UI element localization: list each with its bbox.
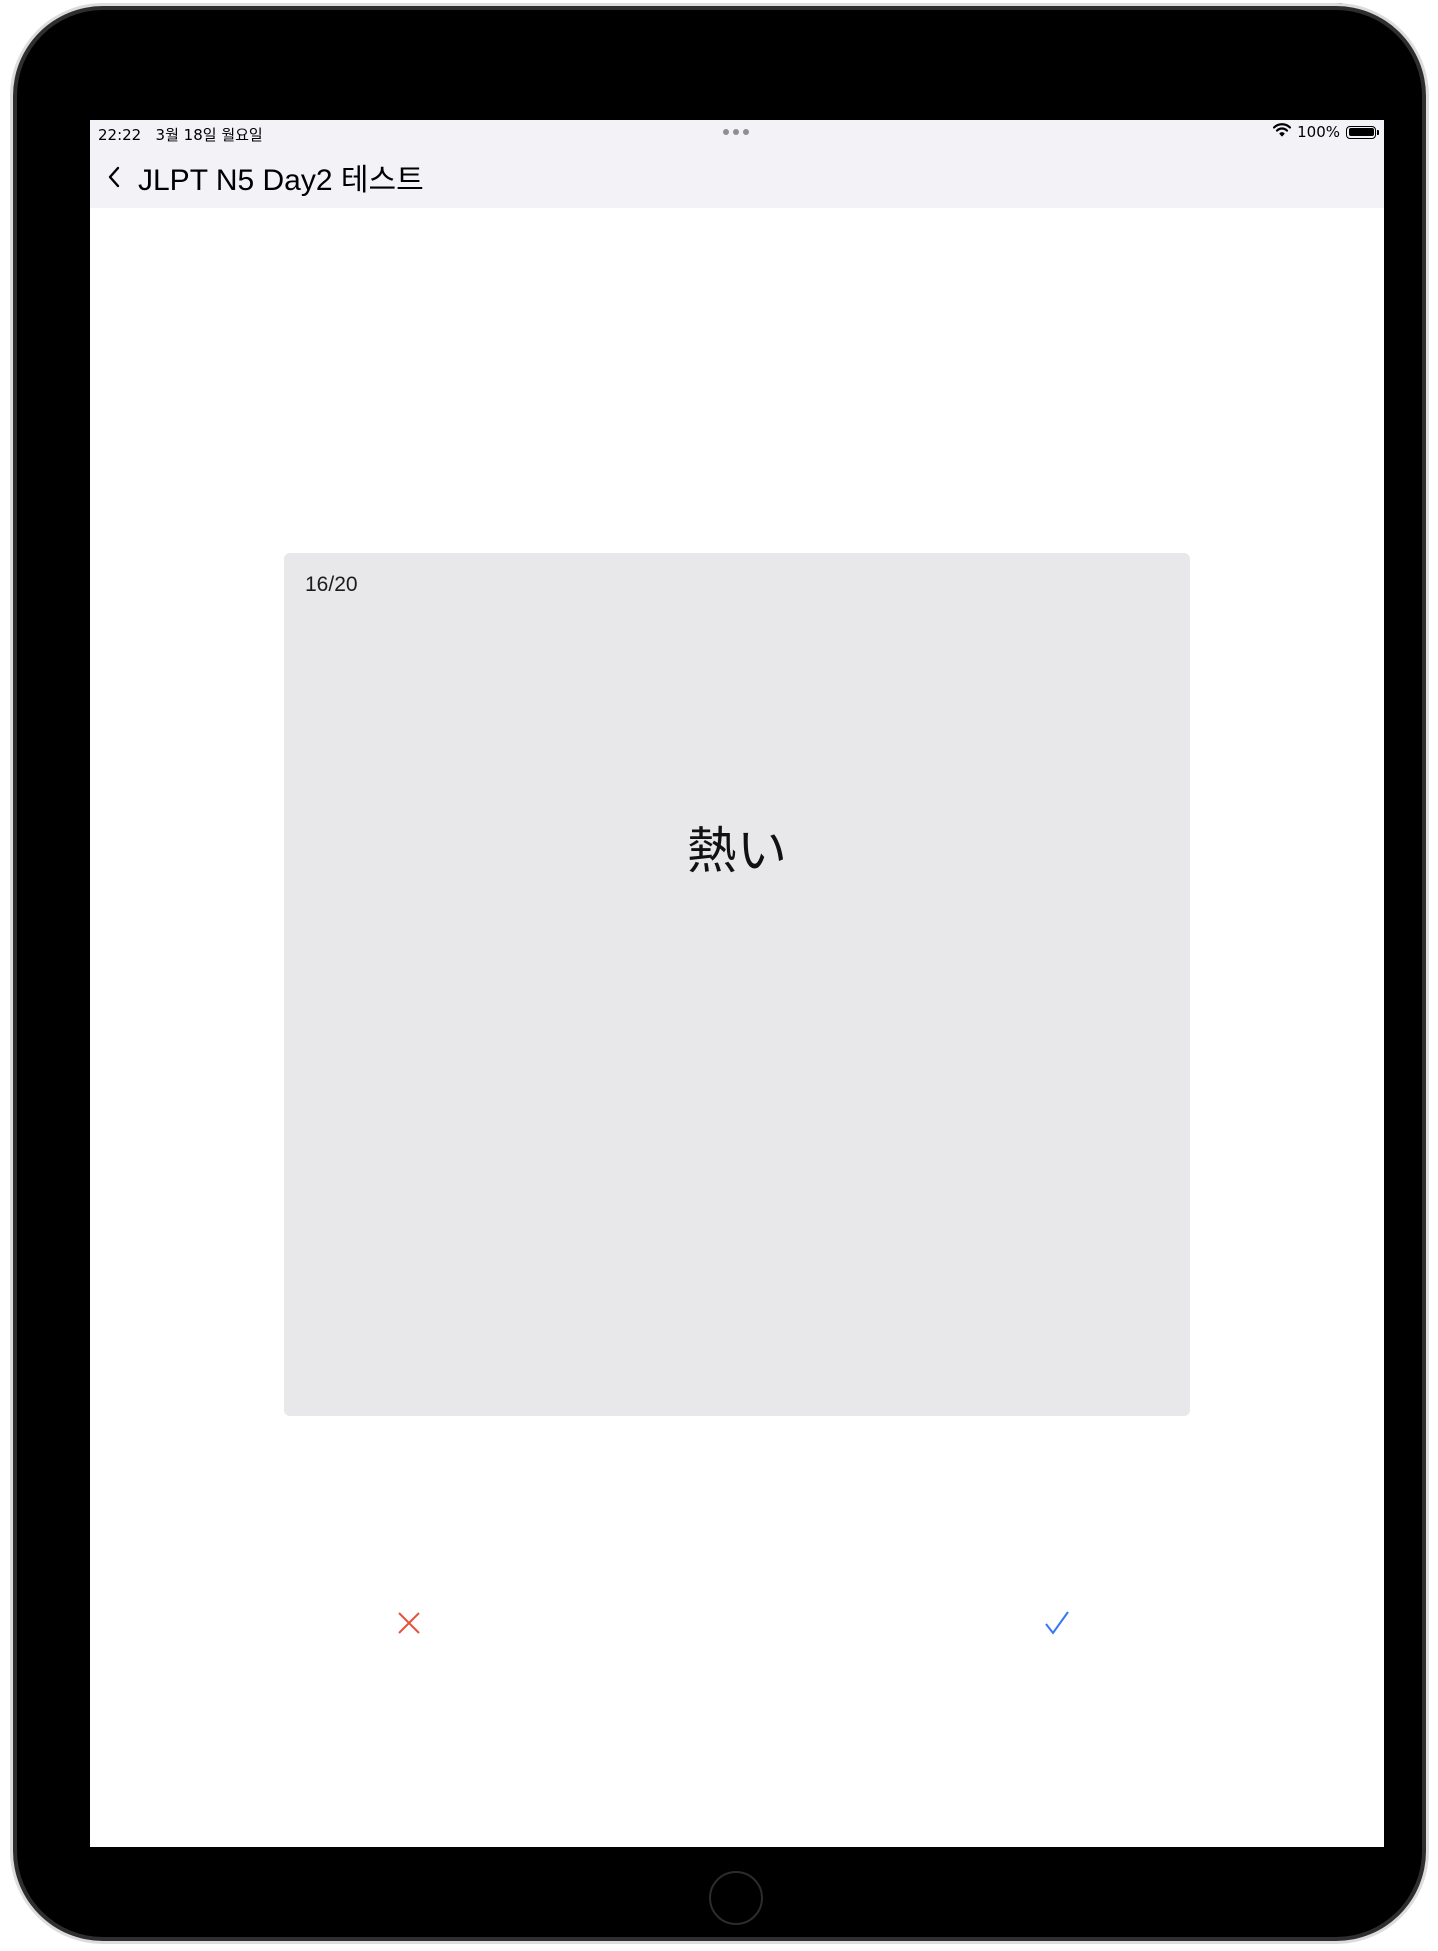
status-time: 22:22: [98, 126, 142, 144]
home-button[interactable]: [709, 1871, 763, 1925]
status-clock: 22:22 3월 18일 월요일: [98, 124, 263, 145]
flashcard-word: 熱い: [687, 822, 787, 880]
flashcard[interactable]: 16/20 熱い: [284, 553, 1190, 1416]
device-top-button: [1262, 3, 1344, 10]
app-screen: 22:22 3월 18일 월요일 100% JLPT N5 Day2 테스트 1…: [90, 120, 1384, 1847]
navigation-bar: JLPT N5 Day2 테스트: [90, 150, 424, 204]
correct-answer-button[interactable]: [1027, 1595, 1087, 1655]
status-date: 3월 18일 월요일: [155, 126, 263, 144]
device-volume-up-button: [1422, 112, 1428, 178]
wifi-icon: [1273, 123, 1292, 141]
progress-counter: 16/20: [305, 573, 358, 596]
top-bar: 22:22 3월 18일 월요일 100% JLPT N5 Day2 테스트: [90, 120, 1384, 208]
x-mark-icon: [397, 1611, 421, 1639]
multitasking-dots-icon[interactable]: [723, 129, 749, 135]
battery-percent: 100%: [1297, 123, 1340, 141]
battery-icon: [1346, 125, 1379, 139]
checkmark-icon: [1043, 1609, 1071, 1641]
wrong-answer-button[interactable]: [379, 1595, 439, 1655]
chevron-left-icon[interactable]: [104, 162, 124, 192]
device-volume-down-button: [1422, 190, 1428, 256]
status-indicators: 100%: [1273, 123, 1379, 141]
page-title: JLPT N5 Day2 테스트: [138, 164, 424, 197]
tablet-frame: 22:22 3월 18일 월요일 100% JLPT N5 Day2 테스트 1…: [17, 10, 1422, 1937]
